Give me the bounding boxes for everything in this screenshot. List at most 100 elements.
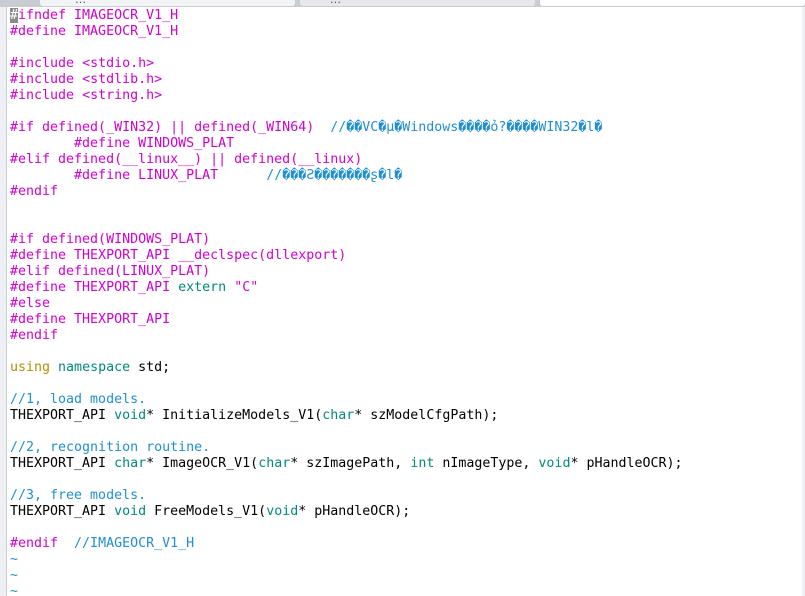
code-token: #define LINUX_PLAT: [10, 168, 267, 183]
code-line: ~: [10, 584, 800, 596]
code-token: #define IMAGEOCR_V1_H: [10, 24, 179, 39]
code-token: //3, free models.: [10, 488, 147, 503]
code-line: ~: [10, 568, 800, 584]
code-token: * szModelCfgPath);: [354, 408, 499, 423]
code-line: THEXPORT_API void FreeModels_V1(void* pH…: [10, 504, 800, 520]
code-token: //IMAGEOCR_V1_H: [74, 536, 195, 551]
code-line: #if defined(WINDOWS_PLAT): [10, 232, 800, 248]
code-line: #define THEXPORT_API: [10, 312, 800, 328]
code-editor[interactable]: #ifndef IMAGEOCR_V1_H #define IMAGEOCR_V1…: [10, 8, 800, 596]
code-token: void: [114, 408, 147, 423]
code-token: #include: [10, 56, 83, 71]
code-line: #else: [10, 296, 800, 312]
code-token: char: [114, 456, 147, 471]
code-token: //���Ƨ�������ʂ�l�: [266, 168, 403, 183]
code-token: FreeModels_V1(: [146, 504, 267, 519]
code-line: THEXPORT_API char* ImageOCR_V1(char* szI…: [10, 456, 800, 472]
code-token: ifndef IMAGEOCR_V1_H: [18, 8, 179, 23]
tab-3[interactable]: [540, 0, 805, 6]
code-token: * InitializeModels_V1(: [146, 408, 323, 423]
code-token: <stdio.h>: [82, 56, 155, 71]
code-token: nImageType,: [434, 456, 539, 471]
code-token: #include: [10, 88, 83, 103]
code-token: * pHandleOCR);: [570, 456, 683, 471]
code-line: #include <stdio.h>: [10, 56, 800, 72]
code-token: ~: [10, 584, 19, 596]
code-line: #elif defined(LINUX_PLAT): [10, 264, 800, 280]
code-token: void: [114, 504, 147, 519]
code-token: #elif defined(__linux__) || defined(__li…: [10, 152, 363, 167]
code-token: ~: [10, 568, 19, 583]
code-token: //��VC�µ�Windows����ỏ?����WIN32�l�: [330, 120, 603, 135]
code-token: ~: [10, 552, 19, 567]
tab-1-label: …: [75, 0, 86, 6]
code-token: #endif: [10, 536, 75, 551]
code-line: using namespace std;: [10, 360, 800, 376]
code-token: #define THEXPORT_API __declspec(dllexpor…: [10, 248, 347, 263]
code-token: void: [266, 504, 299, 519]
code-token: #include: [10, 72, 83, 87]
left-edge-panel: [0, 7, 7, 596]
code-token: char: [258, 456, 291, 471]
code-token: #if defined(_WIN32) || defined(_WIN64): [10, 120, 331, 135]
code-token: std;: [130, 360, 171, 375]
code-token: #if defined(WINDOWS_PLAT): [10, 232, 211, 247]
code-line: #ifndef IMAGEOCR_V1_H: [10, 8, 800, 24]
code-line: ~: [10, 552, 800, 568]
code-token: "C": [234, 280, 259, 295]
code-token: #elif defined(LINUX_PLAT): [10, 264, 211, 279]
code-line: #endif: [10, 328, 800, 344]
code-line: #endif: [10, 184, 800, 200]
code-token: extern: [178, 280, 227, 295]
browser-tab-strip: … …: [0, 0, 805, 7]
code-line: #if defined(_WIN32) || defined(_WIN64) /…: [10, 120, 800, 136]
code-token: * szImagePath,: [290, 456, 411, 471]
code-token: namespace: [58, 360, 131, 375]
tab-2-label: …: [330, 0, 341, 6]
code-token: #else: [10, 296, 51, 311]
code-line: THEXPORT_API void* InitializeModels_V1(c…: [10, 408, 800, 424]
code-line: //2, recognition routine.: [10, 440, 800, 456]
code-line: #include <string.h>: [10, 88, 800, 104]
code-token: #define THEXPORT_API: [10, 312, 171, 327]
code-token: int: [410, 456, 435, 471]
code-line: #define THEXPORT_API extern "C": [10, 280, 800, 296]
code-line: #define IMAGEOCR_V1_H: [10, 24, 800, 40]
code-token: using: [10, 360, 51, 375]
screen: … … #ifndef IMAGEOCR_V1_H#define IMAGEOC…: [0, 0, 805, 596]
code-token: //2, recognition routine.: [10, 440, 211, 455]
code-token: THEXPORT_API: [10, 408, 115, 423]
code-line: #define WINDOWS_PLAT: [10, 136, 800, 152]
text-cursor: #: [10, 8, 19, 23]
code-line: #include <stdlib.h>: [10, 72, 800, 88]
code-token: //1, load models.: [10, 392, 147, 407]
code-token: * ImageOCR_V1(: [146, 456, 259, 471]
code-token: <stdlib.h>: [82, 72, 163, 87]
code-token: * pHandleOCR);: [298, 504, 411, 519]
code-line: #elif defined(__linux__) || defined(__li…: [10, 152, 800, 168]
code-token: THEXPORT_API: [10, 504, 115, 519]
code-line: //3, free models.: [10, 488, 800, 504]
code-token: #define THEXPORT_API: [10, 280, 179, 295]
code-token: <string.h>: [82, 88, 163, 103]
code-line: //1, load models.: [10, 392, 800, 408]
code-token: THEXPORT_API: [10, 456, 115, 471]
code-line: #endif //IMAGEOCR_V1_H: [10, 536, 800, 552]
code-token: void: [538, 456, 571, 471]
code-token: char: [322, 408, 355, 423]
code-token: #define WINDOWS_PLAT: [10, 136, 235, 151]
code-line: #define LINUX_PLAT //���Ƨ�������ʂ�l�: [10, 168, 800, 184]
code-token: #endif: [10, 184, 59, 199]
code-line: #define THEXPORT_API __declspec(dllexpor…: [10, 248, 800, 264]
code-token: #endif: [10, 328, 59, 343]
